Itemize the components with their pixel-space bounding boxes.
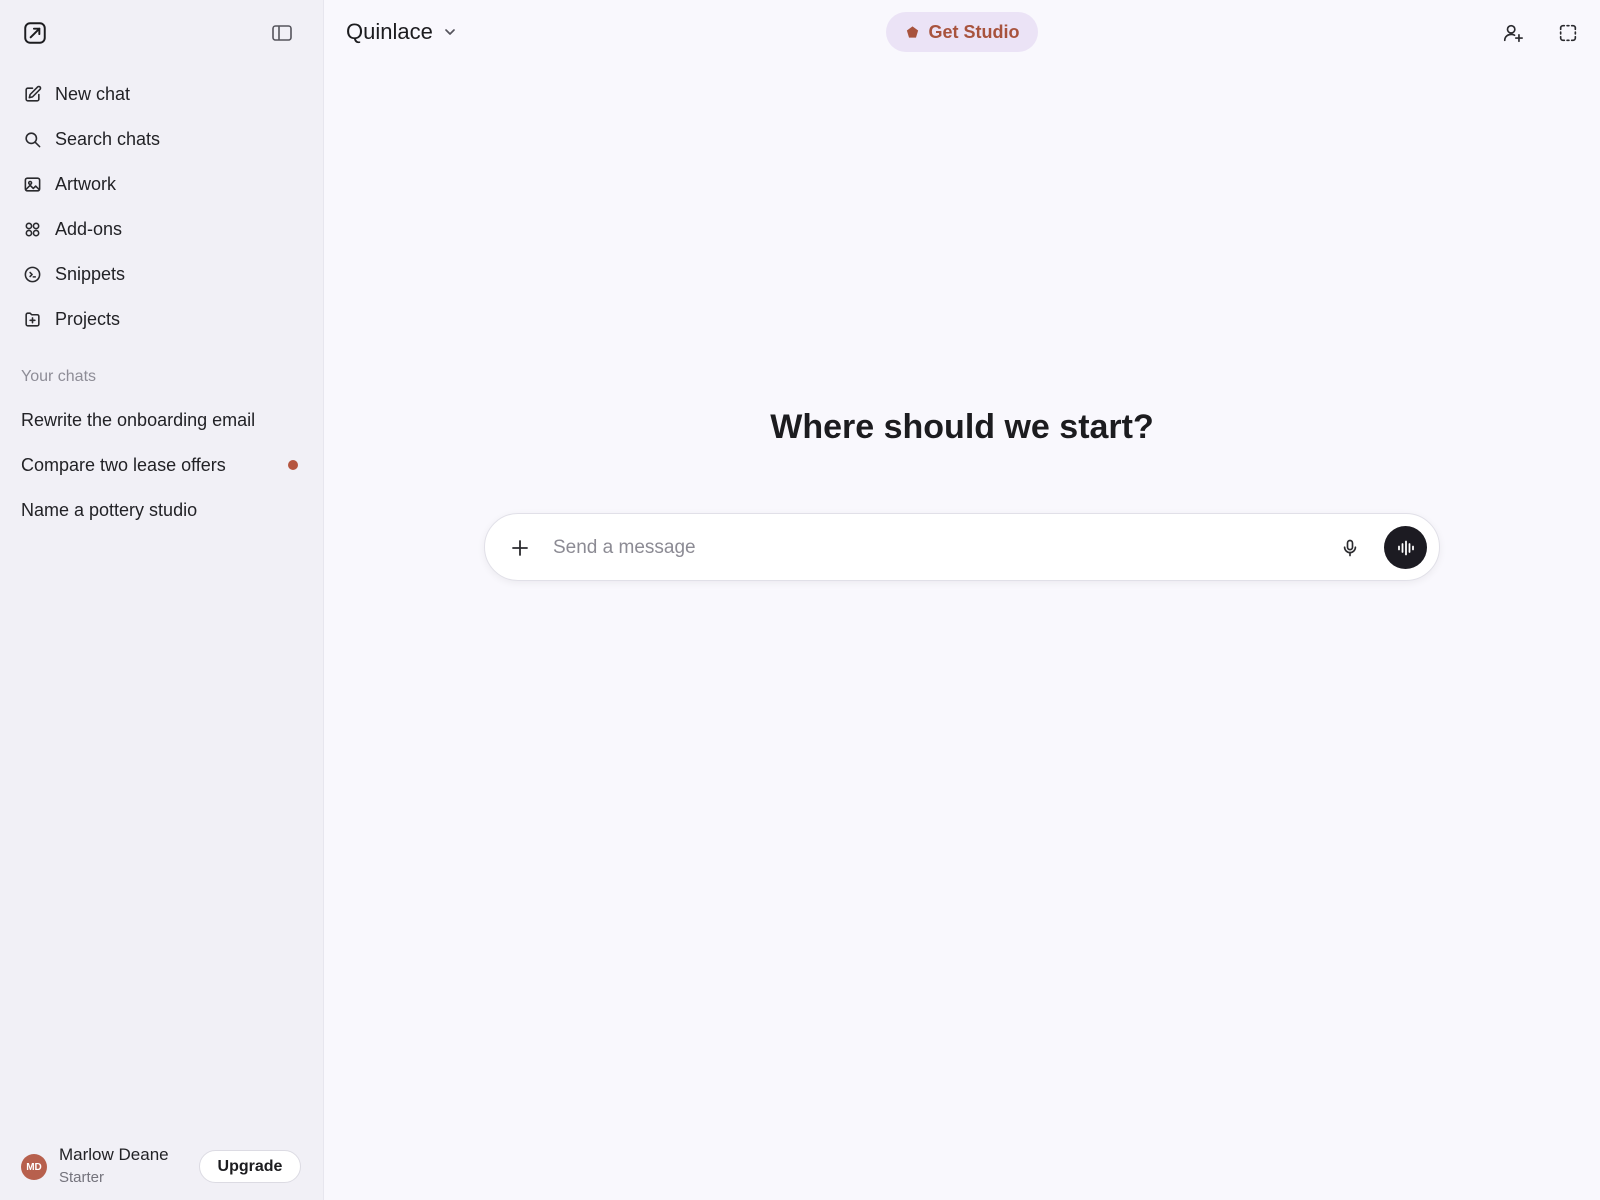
chevron-down-icon — [444, 29, 455, 35]
gem-icon — [906, 25, 918, 38]
folder-plus-icon — [22, 309, 42, 329]
voice-mode-button[interactable] — [1384, 526, 1427, 569]
message-input[interactable] — [553, 532, 1293, 564]
sidebar-item-projects[interactable]: Projects — [12, 299, 312, 339]
page-title: Where should we start? — [770, 408, 1154, 446]
add-person-icon — [1503, 24, 1523, 43]
dashed-square-icon — [1559, 24, 1577, 42]
chat-title: Rewrite the onboarding email — [21, 409, 256, 430]
user-name: Marlow Deane — [59, 1145, 169, 1164]
collapse-sidebar-button[interactable] — [268, 20, 296, 46]
app-logo-icon — [24, 22, 46, 44]
sidebar-item-search-chats[interactable]: Search chats — [12, 119, 312, 159]
sidebar-toggle-icon — [272, 25, 292, 41]
sidebar-item-label: Search chats — [55, 128, 161, 149]
share-people-button[interactable] — [1498, 18, 1528, 48]
avatar[interactable]: MD — [21, 1154, 47, 1180]
dictate-button[interactable] — [1336, 534, 1364, 562]
sidebar-nav: New chat Search chats Artwork Add-ons Sn… — [12, 74, 312, 344]
sidebar-item-label: Projects — [55, 308, 121, 329]
chat-title: Name a pottery studio — [21, 499, 198, 520]
temporary-chat-button[interactable] — [1553, 18, 1583, 48]
upgrade-button[interactable]: Upgrade — [199, 1150, 301, 1183]
get-studio-label: Get Studio — [928, 21, 1020, 42]
chat-title: Compare two lease offers — [21, 454, 226, 475]
model-name: Quinlace — [346, 19, 433, 44]
app-logo-button[interactable] — [20, 18, 50, 48]
your-chats-heading: Your chats — [21, 368, 97, 385]
model-selector[interactable]: Quinlace — [346, 16, 457, 48]
sidebar-item-label: Artwork — [55, 173, 117, 194]
user-plan: Starter — [59, 1169, 105, 1186]
search-icon — [22, 129, 42, 149]
chat-history-item[interactable]: Rewrite the onboarding email — [12, 400, 312, 440]
get-studio-button[interactable]: Get Studio — [886, 12, 1038, 52]
sidebar-item-label: Snippets — [55, 263, 126, 284]
sidebar-item-snippets[interactable]: Snippets — [12, 254, 312, 294]
waveform-icon — [1397, 540, 1414, 555]
code-icon — [22, 264, 42, 284]
unread-indicator — [288, 460, 298, 470]
chat-history-item[interactable]: Compare two lease offers — [12, 445, 312, 485]
image-icon — [22, 174, 42, 194]
sidebar: New chat Search chats Artwork Add-ons Sn… — [0, 0, 324, 1200]
attach-button[interactable] — [505, 533, 535, 563]
chat-history-item[interactable]: Name a pottery studio — [12, 490, 312, 530]
sidebar-item-label: New chat — [55, 83, 131, 104]
sidebar-item-add-ons[interactable]: Add-ons — [12, 209, 312, 249]
sidebar-item-artwork[interactable]: Artwork — [12, 164, 312, 204]
message-composer — [484, 513, 1440, 581]
user-profile: MD Marlow Deane Starter Upgrade — [0, 1140, 324, 1200]
sidebar-item-label: Add-ons — [55, 218, 123, 239]
grid-icon — [22, 219, 42, 239]
chat-history-list: Rewrite the onboarding email Compare two… — [12, 400, 312, 535]
plus-icon — [512, 540, 528, 556]
sidebar-item-new-chat[interactable]: New chat — [12, 74, 312, 114]
new-chat-icon — [22, 84, 42, 104]
microphone-icon — [1343, 539, 1357, 557]
